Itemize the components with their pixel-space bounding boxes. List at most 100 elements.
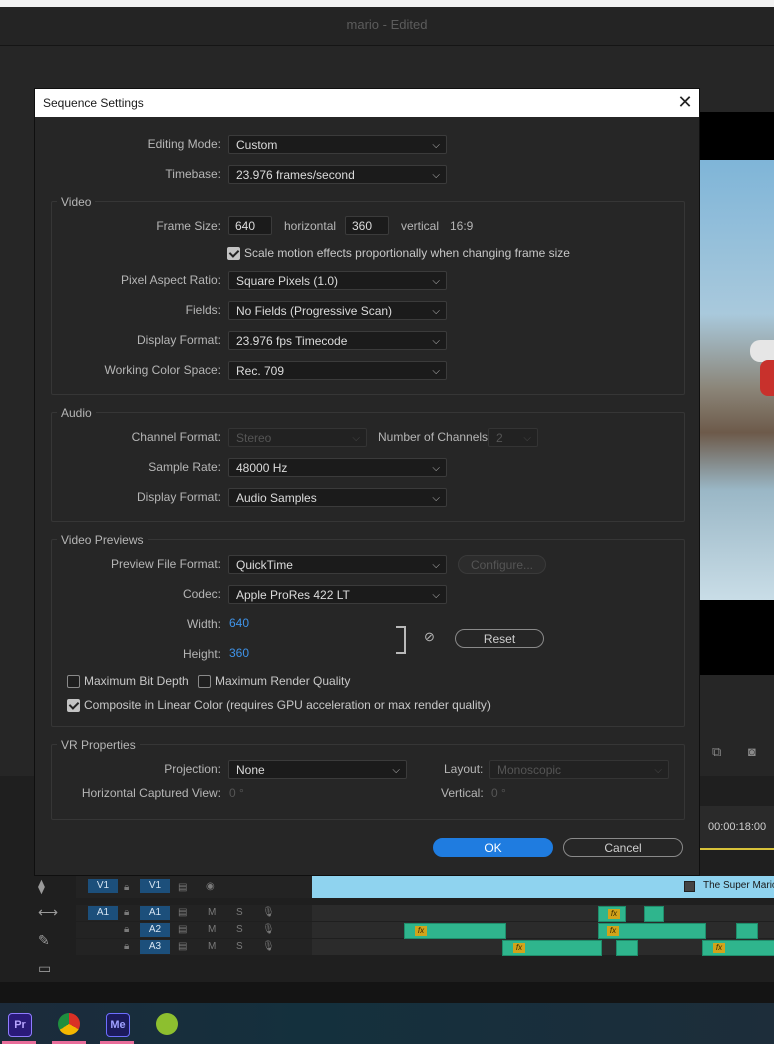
timebase-select[interactable]: 23.976 frames/second ⌵: [228, 165, 447, 184]
lock-icon[interactable]: 🔒︎: [124, 882, 129, 893]
audio-clip[interactable]: [616, 940, 638, 956]
scale-motion-checkbox[interactable]: [227, 247, 240, 260]
ok-button[interactable]: OK: [433, 838, 553, 857]
slip-tool-icon[interactable]: ⟷: [38, 904, 58, 921]
sync-lock-icon[interactable]: ▤: [178, 907, 187, 918]
preview-height-value[interactable]: 360: [229, 646, 249, 660]
codec-select[interactable]: Apple ProRes 422 LT ⌵: [228, 585, 447, 604]
frame-width-field[interactable]: 640: [228, 216, 272, 235]
mute-button[interactable]: M: [208, 941, 216, 952]
chrome-icon[interactable]: [58, 1013, 80, 1035]
video-display-format-select[interactable]: 23.976 fps Timecode ⌵: [228, 331, 447, 350]
preview-file-format-label: Preview File Format:: [110, 557, 221, 571]
preview-height-label: Height:: [182, 647, 221, 661]
projection-select[interactable]: None ⌵: [228, 760, 407, 779]
num-channels-label: Number of Channels:: [378, 430, 492, 444]
track-a3-target[interactable]: A3: [140, 940, 170, 954]
solo-button[interactable]: S: [236, 924, 243, 935]
voice-over-icon[interactable]: 🎙︎: [262, 924, 275, 935]
lock-icon[interactable]: 🔒︎: [124, 924, 129, 935]
color-space-select[interactable]: Rec. 709 ⌵: [228, 361, 447, 380]
fx-badge: fx: [608, 909, 620, 919]
audio-clip[interactable]: [644, 906, 664, 922]
layout-select[interactable]: Monoscopic ⌵: [489, 760, 669, 779]
link-icon[interactable]: ⊘: [424, 629, 435, 645]
track-a1-target[interactable]: A1: [140, 906, 170, 920]
fx-badge: fx: [607, 926, 619, 936]
premiere-pro-icon[interactable]: Pr: [8, 1013, 32, 1037]
cancel-button[interactable]: Cancel: [563, 838, 683, 857]
horizontal-view-value: 0 °: [229, 786, 244, 800]
chevron-down-icon: ⌵: [432, 590, 440, 601]
export-frame-icon[interactable]: ⧉: [712, 744, 721, 760]
max-bit-depth-label: Maximum Bit Depth: [84, 674, 189, 688]
chevron-down-icon: ⌵: [432, 276, 440, 287]
lock-icon[interactable]: 🔒︎: [124, 907, 129, 918]
eye-icon[interactable]: ◉: [206, 881, 215, 892]
media-encoder-icon[interactable]: Me: [106, 1013, 130, 1037]
editing-mode-select[interactable]: Custom ⌵: [228, 135, 447, 154]
max-render-quality-checkbox[interactable]: [198, 675, 211, 688]
chevron-down-icon: ⌵: [432, 366, 440, 377]
window-top-edge: [0, 0, 774, 7]
track-a1-source[interactable]: A1: [88, 906, 118, 920]
frame-height-field[interactable]: 360: [345, 216, 389, 235]
track-a2: 🔒︎ A2 ▤ M S 🎙︎ fx fx: [76, 922, 774, 939]
work-area-bar[interactable]: [698, 848, 774, 850]
chevron-down-icon: ⌵: [432, 560, 440, 571]
video-clip[interactable]: The Super Mario E: [312, 876, 774, 898]
audio-group-title: Audio: [57, 406, 96, 420]
frame-size-label: Frame Size:: [156, 219, 221, 233]
preview-width-value[interactable]: 640: [229, 616, 249, 630]
sample-rate-select[interactable]: 48000 Hz ⌵: [228, 458, 447, 477]
chevron-down-icon: ⌵: [352, 433, 360, 444]
fields-label: Fields:: [185, 303, 221, 317]
vr-properties-title: VR Properties: [57, 738, 140, 752]
app-icon[interactable]: [156, 1013, 178, 1035]
sync-lock-icon[interactable]: ▤: [178, 941, 187, 952]
audio-clip[interactable]: fx: [404, 923, 506, 939]
track-v1-target[interactable]: V1: [140, 879, 170, 893]
pixel-aspect-select[interactable]: Square Pixels (1.0) ⌵: [228, 271, 447, 290]
track-v1-source[interactable]: V1: [88, 879, 118, 893]
sync-lock-icon[interactable]: ▤: [178, 882, 187, 893]
composite-linear-checkbox[interactable]: [67, 699, 80, 712]
ripple-edit-tool-icon[interactable]: ⧫: [38, 878, 45, 895]
video-frame-detail-red: [760, 360, 774, 396]
voice-over-icon[interactable]: 🎙︎: [262, 941, 275, 952]
scale-motion-label: Scale motion effects proportionally when…: [244, 246, 570, 260]
track-a2-target[interactable]: A2: [140, 923, 170, 937]
num-channels-select[interactable]: 2 ⌵: [488, 428, 538, 447]
audio-clip[interactable]: fx: [598, 923, 706, 939]
audio-display-format-select[interactable]: Audio Samples ⌵: [228, 488, 447, 507]
rectangle-tool-icon[interactable]: ▭: [38, 960, 51, 977]
fields-select[interactable]: No Fields (Progressive Scan) ⌵: [228, 301, 447, 320]
audio-clip[interactable]: fx: [502, 940, 602, 956]
audio-clip[interactable]: [736, 923, 758, 939]
sequence-settings-dialog: Sequence Settings ✕ Editing Mode: Custom…: [34, 88, 700, 876]
solo-button[interactable]: S: [236, 941, 243, 952]
dialog-title: Sequence Settings: [43, 96, 144, 110]
lock-icon[interactable]: 🔒︎: [124, 941, 129, 952]
configure-button[interactable]: Configure...: [458, 555, 546, 574]
pen-tool-icon[interactable]: ✎: [38, 932, 50, 949]
mute-button[interactable]: M: [208, 907, 216, 918]
close-icon[interactable]: ✕: [675, 92, 695, 112]
sync-lock-icon[interactable]: ▤: [178, 924, 187, 935]
mute-button[interactable]: M: [208, 924, 216, 935]
max-bit-depth-checkbox[interactable]: [67, 675, 80, 688]
audio-clip[interactable]: fx: [702, 940, 774, 956]
voice-over-icon[interactable]: 🎙︎: [262, 907, 275, 918]
fx-badge: fx: [513, 943, 525, 953]
timeline-timecode: 00:00:18:00: [708, 821, 767, 833]
editing-mode-label: Editing Mode:: [147, 137, 221, 151]
chevron-down-icon: ⌵: [432, 463, 440, 474]
vertical-view-label: Vertical:: [441, 786, 484, 800]
solo-button[interactable]: S: [236, 907, 243, 918]
camera-icon[interactable]: ◙: [748, 744, 756, 759]
audio-clip[interactable]: fx: [598, 906, 626, 922]
reset-button[interactable]: Reset: [455, 629, 544, 648]
channel-format-select[interactable]: Stereo ⌵: [228, 428, 367, 447]
preview-file-format-select[interactable]: QuickTime ⌵: [228, 555, 447, 574]
chevron-down-icon: ⌵: [654, 765, 662, 776]
